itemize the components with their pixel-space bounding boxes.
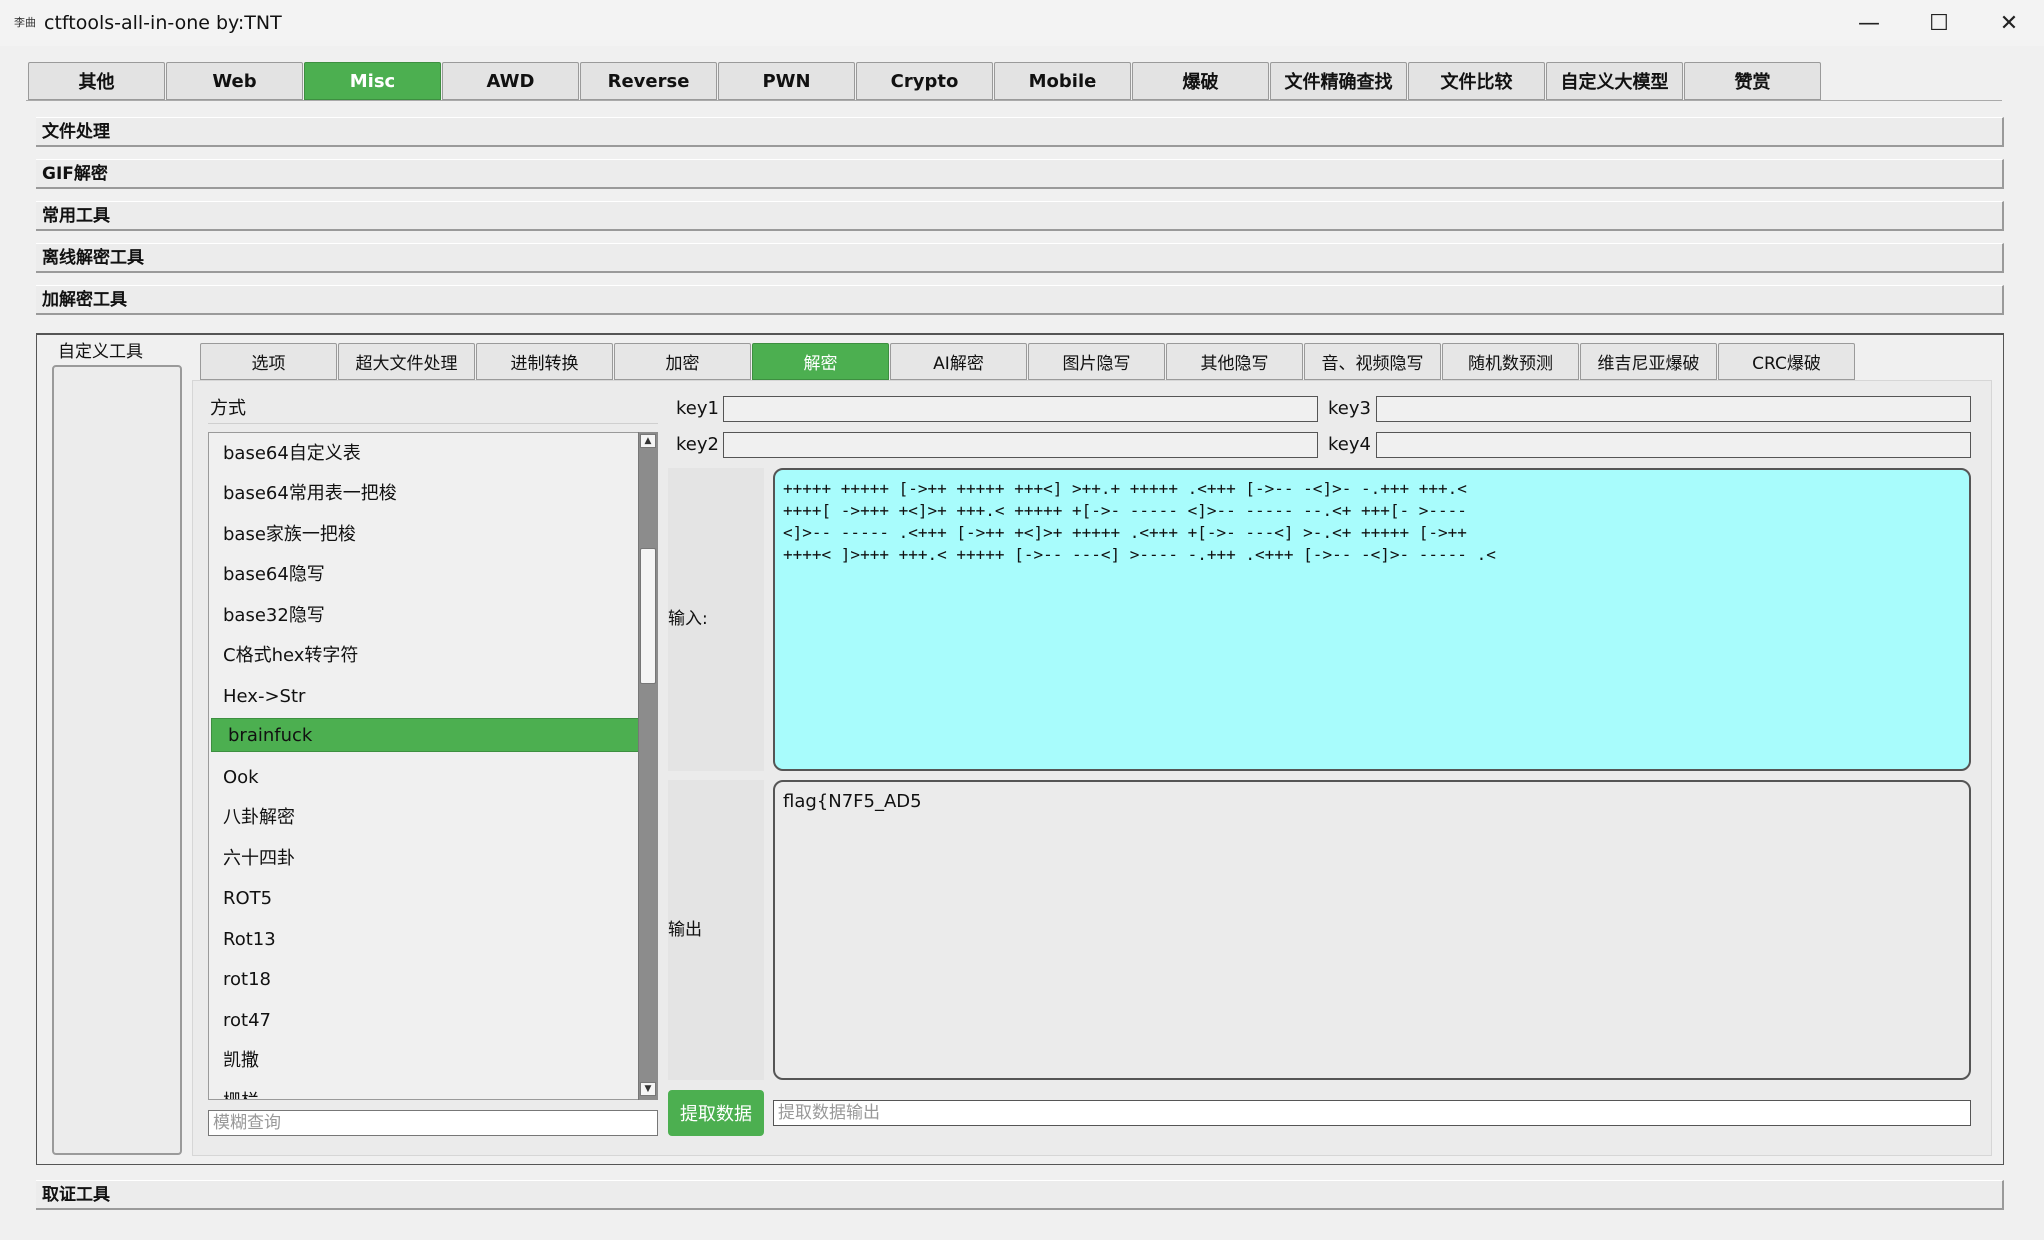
list-item[interactable]: ROT5	[215, 882, 635, 916]
key4-label: key4	[1328, 434, 1371, 455]
fuzzy-search-input[interactable]	[208, 1110, 658, 1136]
tab-custom-llm[interactable]: 自定义大模型	[1546, 62, 1683, 100]
scroll-up-icon[interactable]: ▲	[640, 434, 656, 448]
tab-encrypt[interactable]: 加密	[614, 343, 751, 380]
list-item-selected[interactable]: brainfuck	[211, 718, 639, 752]
tab-pwn[interactable]: PWN	[718, 62, 855, 100]
list-item[interactable]: base64常用表一把梭	[215, 477, 635, 511]
tab-web[interactable]: Web	[166, 62, 303, 100]
minimize-button[interactable]: —	[1834, 0, 1904, 46]
list-item[interactable]: Hex->Str	[215, 680, 635, 714]
key2-label: key2	[676, 434, 719, 455]
key3-input[interactable]	[1376, 396, 1971, 422]
scrollbar-thumb[interactable]	[640, 548, 656, 684]
extract-output-field[interactable]	[773, 1100, 1971, 1126]
tab-decrypt[interactable]: 解密	[752, 343, 889, 380]
tab-vigenere-brute[interactable]: 维吉尼亚爆破	[1580, 343, 1717, 380]
list-item[interactable]: Rot13	[215, 923, 635, 957]
key4-input[interactable]	[1376, 432, 1971, 458]
tab-image-stego[interactable]: 图片隐写	[1028, 343, 1165, 380]
input-label: 输入:	[668, 609, 708, 629]
list-item[interactable]: base64自定义表	[215, 437, 635, 471]
app-icon: 李曲	[14, 16, 36, 29]
tab-bar-divider	[26, 100, 2002, 101]
title-bar: 李曲 ctftools-all-in-one by:TNT — ☐ ✕	[0, 0, 2044, 46]
tab-other[interactable]: 其他	[28, 62, 165, 100]
tab-reverse[interactable]: Reverse	[580, 62, 717, 100]
tab-file-compare[interactable]: 文件比较	[1408, 62, 1545, 100]
tab-misc[interactable]: Misc	[304, 62, 441, 100]
tab-base-convert[interactable]: 进制转换	[476, 343, 613, 380]
extract-data-button[interactable]: 提取数据	[668, 1090, 764, 1136]
tab-awd[interactable]: AWD	[442, 62, 579, 100]
method-label: 方式	[208, 394, 658, 424]
tab-av-stego[interactable]: 音、视频隐写	[1304, 343, 1441, 380]
list-item[interactable]: base64隐写	[215, 558, 635, 592]
window-title: ctftools-all-in-one by:TNT	[44, 12, 282, 34]
input-textarea[interactable]: +++++ +++++ [->++ +++++ +++<] >++.+ ++++…	[773, 468, 1971, 771]
section-offline-decrypt[interactable]: 离线解密工具	[36, 243, 2004, 273]
output-textarea[interactable]: flag{N7F5_AD5	[773, 780, 1971, 1080]
tab-random-predict[interactable]: 随机数预测	[1442, 343, 1579, 380]
custom-tools-title: 自定义工具	[58, 341, 152, 363]
tab-bruteforce[interactable]: 爆破	[1132, 62, 1269, 100]
output-label: 输出	[668, 920, 702, 940]
method-list[interactable]: base64自定义表 base64常用表一把梭 base家族一把梭 base64…	[208, 432, 658, 1100]
tab-options[interactable]: 选项	[200, 343, 337, 380]
list-item[interactable]: base家族一把梭	[215, 518, 635, 552]
tab-ai-decrypt[interactable]: AI解密	[890, 343, 1027, 380]
tab-large-file[interactable]: 超大文件处理	[338, 343, 475, 380]
section-file-processing[interactable]: 文件处理	[36, 117, 2004, 147]
list-item[interactable]: 八卦解密	[215, 801, 635, 835]
tab-file-search[interactable]: 文件精确查找	[1270, 62, 1407, 100]
tab-other-stego[interactable]: 其他隐写	[1166, 343, 1303, 380]
close-button[interactable]: ✕	[1974, 0, 2044, 46]
list-item[interactable]: 栅栏	[215, 1085, 635, 1099]
list-item[interactable]: base32隐写	[215, 599, 635, 633]
list-item[interactable]: 凯撒	[215, 1044, 635, 1078]
section-forensics[interactable]: 取证工具	[36, 1180, 2004, 1210]
maximize-button[interactable]: ☐	[1904, 0, 1974, 46]
tab-donate[interactable]: 赞赏	[1684, 62, 1821, 100]
section-gif-decrypt[interactable]: GIF解密	[36, 159, 2004, 189]
scroll-down-icon[interactable]: ▼	[640, 1082, 656, 1096]
key2-input[interactable]	[723, 432, 1318, 458]
tab-crc-brute[interactable]: CRC爆破	[1718, 343, 1855, 380]
key3-label: key3	[1328, 398, 1371, 419]
custom-tools-list[interactable]	[52, 365, 182, 1155]
key1-input[interactable]	[723, 396, 1318, 422]
list-item[interactable]: rot18	[215, 963, 635, 997]
key1-label: key1	[676, 398, 719, 419]
list-item[interactable]: 六十四卦	[215, 842, 635, 876]
tab-crypto[interactable]: Crypto	[856, 62, 993, 100]
method-list-scrollbar[interactable]	[638, 432, 658, 1100]
list-item[interactable]: rot47	[215, 1004, 635, 1038]
tab-mobile[interactable]: Mobile	[994, 62, 1131, 100]
list-item[interactable]: Ook	[215, 761, 635, 795]
section-common-tools[interactable]: 常用工具	[36, 201, 2004, 231]
section-encrypt-decrypt[interactable]: 加解密工具	[36, 285, 2004, 315]
list-item[interactable]: C格式hex转字符	[215, 639, 635, 673]
